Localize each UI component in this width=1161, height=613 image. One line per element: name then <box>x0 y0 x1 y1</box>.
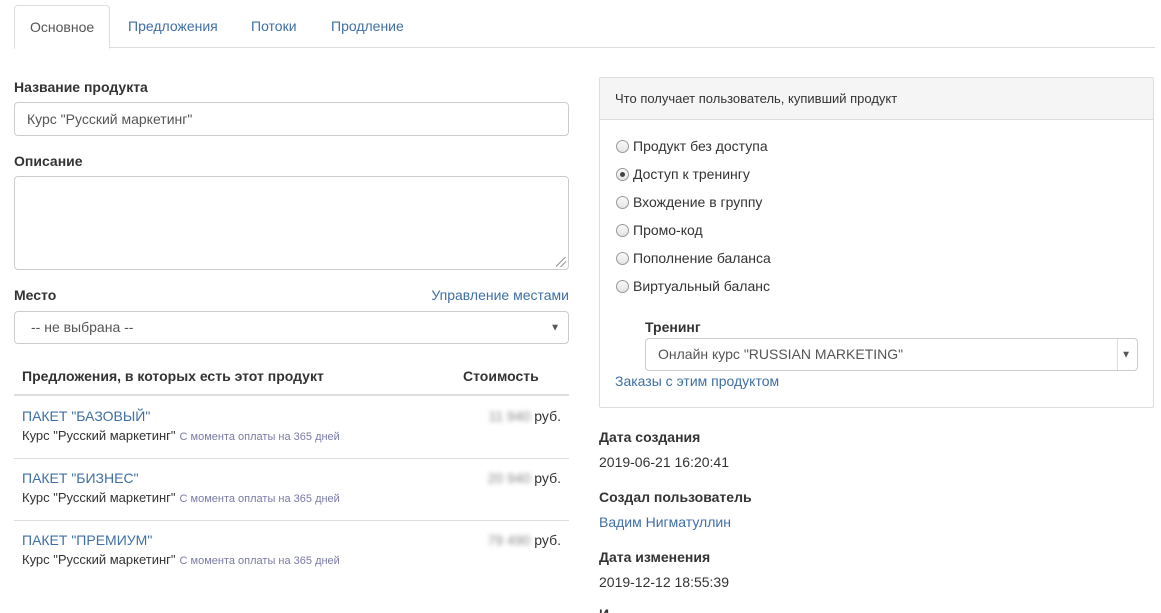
table-row: ПАКЕТ "БИЗНЕС" Курс "Русский маркетинг" С… <box>14 459 569 521</box>
modified-date-value: 2019-12-12 18:55:39 <box>599 574 729 590</box>
radio-label: Доступ к тренингу <box>633 166 750 182</box>
offer-link[interactable]: ПАКЕТ "БИЗНЕС" <box>22 470 139 486</box>
creator-label: Создал пользователь <box>599 489 752 505</box>
training-select[interactable]: Онлайн курс "RUSSIAN MARKETING" ▼ <box>645 338 1138 371</box>
manage-places-link[interactable]: Управление местами <box>431 287 569 303</box>
created-date-value: 2019-06-21 16:20:41 <box>599 454 729 470</box>
offer-price: 11 940 руб. <box>488 408 561 424</box>
radio-icon[interactable] <box>616 195 629 209</box>
dropdown-arrow-icon: ▼ <box>1121 349 1131 360</box>
training-select-toggle[interactable]: ▼ <box>1117 339 1137 370</box>
tab-main[interactable]: Основное <box>14 5 111 49</box>
training-select-value: Онлайн курс "RUSSIAN MARKETING" <box>658 346 904 362</box>
offers-column-header: Предложения, в которых есть этот продукт <box>22 368 324 384</box>
place-label: Место <box>14 287 57 303</box>
radio-training-access[interactable]: Доступ к тренингу <box>616 164 750 184</box>
offer-price: 20 940 руб. <box>487 470 561 486</box>
radio-icon[interactable] <box>616 279 629 293</box>
orders-with-product-link[interactable]: Заказы с этим продуктом <box>615 373 779 389</box>
radio-virtual-balance[interactable]: Виртуальный баланс <box>616 276 770 296</box>
training-label: Тренинг <box>645 319 701 335</box>
radio-group-join[interactable]: Вхождение в группу <box>616 192 762 212</box>
radio-promo-code[interactable]: Промо-код <box>616 220 703 240</box>
product-name-value: Курс "Русский маркетинг" <box>27 111 193 127</box>
resize-handle-icon[interactable] <box>556 257 566 267</box>
offer-term: С момента оплаты на 365 дней <box>179 431 340 443</box>
next-field-label: И <box>599 606 609 613</box>
radio-label: Вхождение в группу <box>633 194 763 210</box>
radio-icon[interactable] <box>616 251 629 265</box>
radio-icon[interactable] <box>616 139 629 153</box>
product-name-label: Название продукта <box>14 79 148 95</box>
radio-label: Пополнение баланса <box>633 250 771 266</box>
description-label: Описание <box>14 153 83 169</box>
creator-link[interactable]: Вадим Нигматуллин <box>599 514 731 530</box>
offers-table-header: Предложения, в которых есть этот продукт… <box>14 358 569 396</box>
table-row: ПАКЕТ "ПРЕМИУМ" Курс "Русский маркетинг"… <box>14 521 569 583</box>
radio-label: Виртуальный баланс <box>633 278 770 294</box>
dropdown-arrow-icon: ▼ <box>550 322 560 333</box>
table-row: ПАКЕТ "БАЗОВЫЙ" Курс "Русский маркетинг"… <box>14 397 569 459</box>
radio-icon[interactable] <box>616 223 629 237</box>
access-panel-heading: Что получает пользователь, купивший прод… <box>600 78 1153 120</box>
radio-label: Продукт без доступа <box>633 138 768 154</box>
offer-product: Курс "Русский маркетинг" С момента оплаты… <box>22 552 340 567</box>
radio-checked-icon[interactable] <box>616 167 629 181</box>
tab-streams[interactable]: Потоки <box>236 5 312 48</box>
offer-product: Курс "Русский маркетинг" С момента оплаты… <box>22 490 340 505</box>
radio-no-access[interactable]: Продукт без доступа <box>616 136 768 156</box>
access-panel: Что получает пользователь, купивший прод… <box>599 77 1154 408</box>
price-column-header: Стоимость <box>463 368 539 384</box>
offer-product: Курс "Русский маркетинг" С момента оплаты… <box>22 428 340 443</box>
modified-date-label: Дата изменения <box>599 549 711 565</box>
tab-bar: Основное Предложения Потоки Продление <box>14 5 1155 49</box>
description-textarea[interactable] <box>14 176 569 270</box>
tab-offers[interactable]: Предложения <box>113 5 233 48</box>
offer-link[interactable]: ПАКЕТ "БАЗОВЫЙ" <box>22 408 150 424</box>
created-date-label: Дата создания <box>599 429 701 445</box>
product-name-input[interactable]: Курс "Русский маркетинг" <box>14 102 569 136</box>
offer-term: С момента оплаты на 365 дней <box>179 493 340 505</box>
offer-price: 79 490 руб. <box>487 532 561 548</box>
place-select[interactable]: -- не выбрана -- ▼ <box>14 311 569 344</box>
radio-label: Промо-код <box>633 222 703 238</box>
offer-term: С момента оплаты на 365 дней <box>179 555 340 567</box>
place-select-value: -- не выбрана -- <box>31 319 134 335</box>
radio-balance-topup[interactable]: Пополнение баланса <box>616 248 771 268</box>
offer-link[interactable]: ПАКЕТ "ПРЕМИУМ" <box>22 532 152 548</box>
tab-renewal[interactable]: Продление <box>316 5 419 48</box>
